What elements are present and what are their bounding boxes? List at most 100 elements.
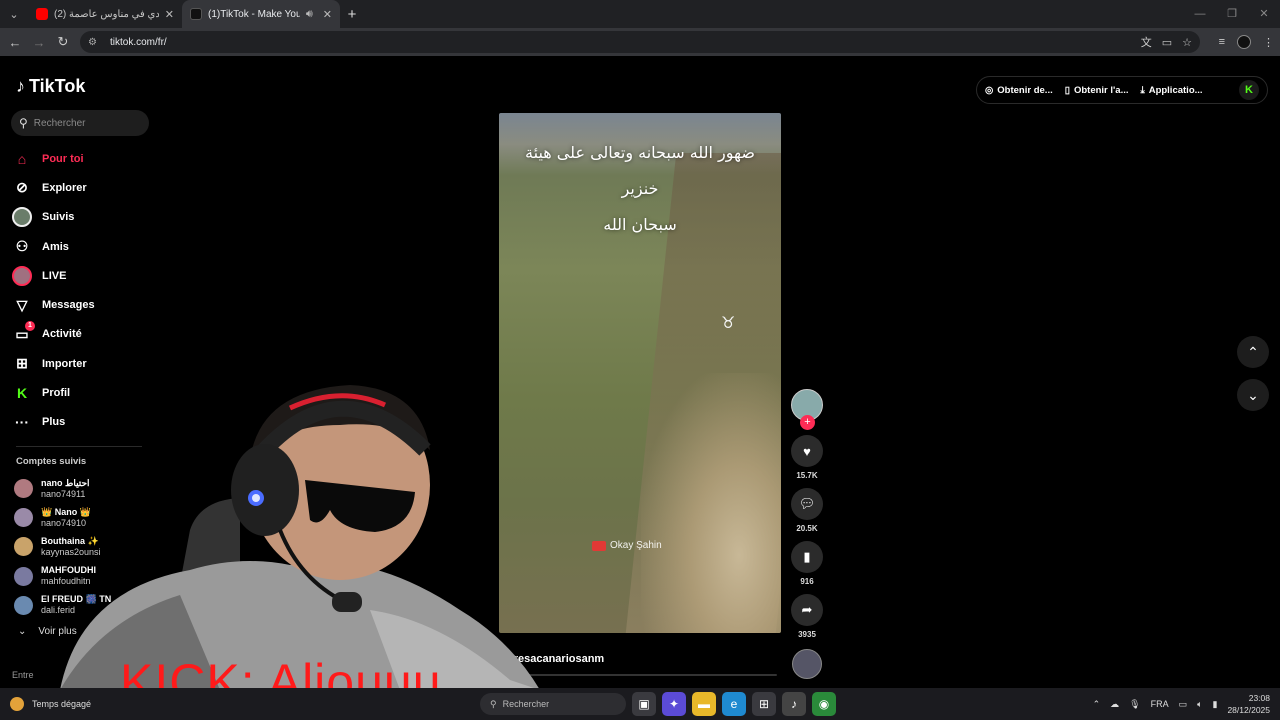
minimize-icon[interactable]: — (1184, 0, 1216, 28)
following-account[interactable]: MAHFOUDHI mahfoudhitn (14, 562, 144, 591)
bookmark-action[interactable]: ▮ 916 (790, 541, 824, 586)
next-video-button[interactable]: ⌄ (1237, 379, 1269, 411)
like-action[interactable]: ♥ 15.7K (790, 435, 824, 480)
chevron-up-icon[interactable]: ⌃ (1093, 699, 1101, 710)
chrome-icon[interactable]: ◉ (812, 692, 836, 716)
top-actions-bar: ◎ Obtenir de... ▯ Obtenir l'a... ⤓ Appli… (976, 76, 1268, 104)
profile-avatar-icon[interactable] (1237, 35, 1251, 49)
file-explorer-icon[interactable]: ▬ (692, 692, 716, 716)
restore-icon[interactable]: ❐ (1216, 0, 1248, 28)
account-handle: nano74911 (41, 488, 86, 499)
video-player[interactable]: ضهور الله سبحانه وتعالى على هيئة خنزير س… (499, 113, 781, 633)
video-author[interactable]: presacanariosanm (507, 653, 604, 665)
site-info-icon[interactable]: ⚙ (88, 37, 102, 48)
copilot-icon[interactable]: ✦ (662, 692, 686, 716)
get-coins-button[interactable]: ◎ Obtenir de... (985, 85, 1053, 96)
battery-icon[interactable]: ▮ (1213, 699, 1218, 710)
close-tab-icon[interactable]: ✕ (165, 8, 174, 21)
video-caption: ضهور الله سبحانه وتعالى على هيئة خنزير س… (499, 135, 781, 243)
sidebar-item-importer[interactable]: ⊞ Importer (12, 349, 152, 378)
bookmark-icon[interactable]: ▮ (791, 541, 823, 573)
sidebar-item-explorer[interactable]: ⊘ Explorer (12, 173, 152, 202)
sidebar-item-label: Activité (42, 328, 82, 341)
onedrive-icon[interactable]: ☁ (1110, 699, 1119, 710)
previous-video-button[interactable]: ⌃ (1237, 336, 1269, 368)
clock[interactable]: 23:08 28/12/2025 (1227, 692, 1270, 716)
creator-avatar[interactable]: + (791, 389, 823, 430)
heart-icon[interactable]: ♥ (791, 435, 823, 467)
new-tab-button[interactable]: + (340, 6, 364, 23)
video-watermark: Okay Şahin (592, 540, 662, 551)
chevron-down-icon: ⌄ (1247, 386, 1259, 403)
download-icon: ⤓ (1140, 84, 1145, 96)
share-action[interactable]: ➦ 3935 (790, 594, 824, 639)
weather-widget[interactable]: Temps dégagé (10, 688, 91, 720)
comment-action[interactable]: 💬︎ 20.5K (790, 488, 824, 533)
language-indicator[interactable]: FRA (1151, 699, 1169, 709)
tab-search-icon[interactable]: ⌄ (0, 0, 28, 28)
microphone-icon[interactable]: 🎙︎ (1129, 699, 1140, 710)
sidebar-item-plus[interactable]: ··· Plus (12, 408, 152, 437)
reading-list-icon[interactable]: ≡ (1219, 36, 1225, 48)
tab-youtube[interactable]: (2) يوم غير عادي في مناوس عاصمة... ✕ (28, 0, 182, 28)
cast-icon[interactable]: ▭ (1162, 36, 1172, 49)
sidebar-item-messages[interactable]: ▽ Messages (12, 290, 152, 319)
following-list: nano احتياط nano74911 👑 Nano 👑 nano74910 B… (14, 474, 144, 620)
reload-icon[interactable]: ↻ (51, 34, 75, 50)
search-icon: ⚲ (490, 698, 497, 709)
address-bar[interactable]: ⚙ tiktok.com/fr/ ⽂ ▭ ☆ (80, 31, 1200, 53)
following-account[interactable]: Bouthaina ✨ kayynas2ounsi (14, 532, 144, 561)
account-handle: dali.ferid (41, 605, 76, 616)
bookmark-star-icon[interactable]: ☆ (1182, 36, 1192, 49)
edge-icon[interactable]: e (722, 692, 746, 716)
desktop-app-button[interactable]: ⤓ Applicatio... (1141, 85, 1203, 96)
following-account[interactable]: nano احتياط nano74911 (14, 474, 144, 503)
share-icon[interactable]: ➦ (791, 594, 823, 626)
following-account[interactable]: El FREUD 🎆 TN dali.ferid (14, 591, 144, 620)
kick-profile-button[interactable]: K (1239, 80, 1259, 100)
get-app-button[interactable]: ▯ Obtenir l'a... (1065, 85, 1129, 96)
close-tab-icon[interactable]: ✕ (323, 8, 332, 21)
sidebar-item-profil[interactable]: K Profil (12, 378, 152, 407)
friends-icon: ⚇ (15, 238, 29, 255)
store-icon[interactable]: ⊞ (752, 692, 776, 716)
like-count: 15.7K (796, 471, 818, 480)
search-box[interactable]: ⚲ (11, 110, 149, 136)
follow-plus-icon[interactable]: + (800, 415, 815, 430)
tiktok-logo[interactable]: ♪ TikTok (16, 76, 85, 97)
close-window-icon[interactable]: ✕ (1248, 0, 1280, 28)
menu-icon[interactable]: ⋮ (1263, 36, 1274, 49)
sidebar-item-label: LIVE (42, 269, 67, 282)
chevron-down-icon: ⌄ (18, 626, 27, 637)
network-icon[interactable]: ▭ (1179, 699, 1188, 710)
sidebar-item-activite[interactable]: ▭ 1 Activité (12, 320, 152, 349)
kick-profile-icon: K (16, 385, 28, 402)
comment-icon[interactable]: 💬︎ (791, 488, 823, 520)
task-view-icon[interactable]: ▣ (632, 692, 656, 716)
taskbar-search[interactable]: ⚲ Rechercher (480, 693, 626, 715)
volume-icon[interactable]: 🔈︎ (1197, 699, 1202, 710)
sidebar-item-live[interactable]: LIVE (12, 261, 152, 290)
music-disc-avatar[interactable] (792, 649, 822, 679)
account-name: 👑 Nano 👑 (41, 506, 91, 517)
footer-text: Entre (12, 670, 34, 680)
speaker-icon[interactable]: 🔊︎ (306, 8, 313, 21)
sidebar-item-suivis[interactable]: Suivis (12, 203, 152, 232)
sidebar-item-label: Profil (42, 387, 71, 400)
account-name: Bouthaina ✨ (41, 535, 99, 546)
following-account[interactable]: 👑 Nano 👑 nano74910 (14, 503, 144, 532)
tiktok-app-icon[interactable]: ♪ (782, 692, 806, 716)
back-icon[interactable]: ← (3, 35, 27, 50)
search-input[interactable] (33, 117, 134, 129)
chevron-up-icon: ⌃ (1247, 343, 1259, 360)
translate-icon[interactable]: ⽂ (1141, 34, 1152, 50)
top-action-label: Obtenir de... (997, 84, 1053, 96)
avatar (14, 566, 33, 586)
video-progress-bar[interactable] (503, 674, 777, 676)
forward-icon[interactable]: → (27, 35, 51, 50)
sidebar-item-pour-toi[interactable]: ⌂ Pour toi (12, 144, 152, 173)
sidebar-item-amis[interactable]: ⚇ Amis (12, 232, 152, 261)
see-more-button[interactable]: ⌄ Voir plus (18, 626, 77, 637)
tab-tiktok[interactable]: (1)TikTok - Make Your Day 🔊︎ ✕ (182, 0, 340, 28)
following-avatar-icon (12, 207, 32, 228)
